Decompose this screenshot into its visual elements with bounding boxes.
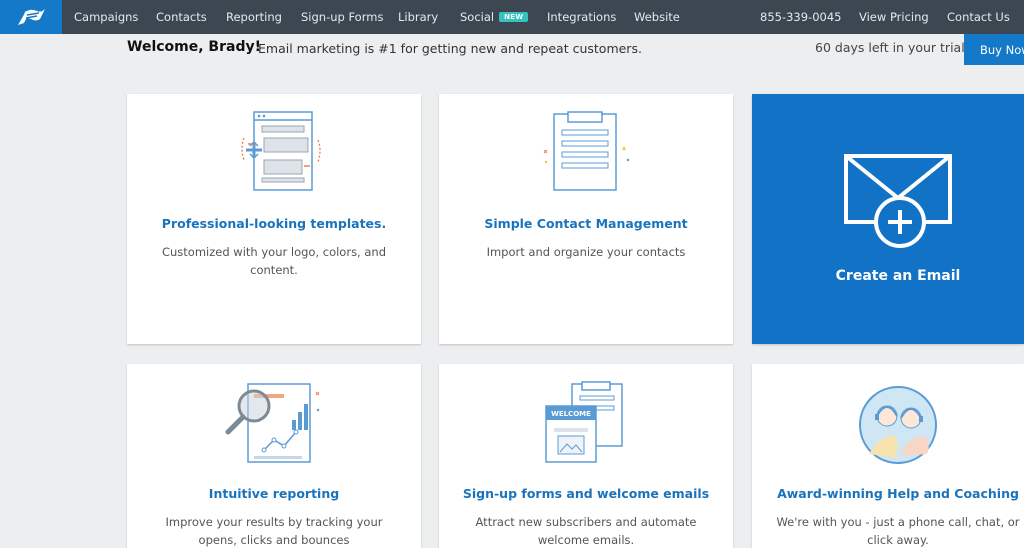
contact-list-icon: [543, 111, 630, 191]
card-reporting[interactable]: Intuitive reporting Improve your results…: [127, 364, 421, 548]
nav-signup-forms[interactable]: Sign-up Forms: [301, 0, 383, 34]
nav-website[interactable]: Website: [634, 0, 680, 34]
template-icon: [241, 111, 321, 191]
create-email-card[interactable]: Create an Email: [752, 94, 1024, 344]
phone-number[interactable]: 855-339-0045: [760, 0, 841, 34]
top-nav: Campaigns Contacts Reporting Sign-up For…: [0, 0, 1024, 34]
buy-now-button[interactable]: Buy Now: [964, 34, 1024, 65]
nav-integrations[interactable]: Integrations: [547, 0, 616, 34]
card-signup-forms-title[interactable]: Sign-up forms and welcome emails: [439, 486, 733, 501]
nav-library[interactable]: Library: [398, 0, 438, 34]
logo[interactable]: [0, 0, 62, 34]
nav-social[interactable]: Social NEW: [460, 0, 529, 34]
flag-logo-icon: [18, 9, 45, 25]
card-help-desc: We're with you - just a phone call, chat…: [776, 515, 1020, 547]
card-reporting-desc: Improve your results by tracking your op…: [165, 515, 383, 547]
card-templates[interactable]: Professional-looking templates. Customiz…: [127, 94, 421, 344]
card-contacts[interactable]: Simple Contact Management Import and org…: [439, 94, 733, 344]
contact-us-link[interactable]: Contact Us: [947, 0, 1010, 34]
view-pricing-link[interactable]: View Pricing: [859, 0, 929, 34]
card-help-title[interactable]: Award-winning Help and Coaching: [752, 486, 1024, 501]
nav-campaigns[interactable]: Campaigns: [74, 0, 138, 34]
new-badge: NEW: [499, 12, 529, 22]
welcome-message: Email marketing is #1 for getting new an…: [258, 41, 642, 56]
card-contacts-desc: Import and organize your contacts: [486, 245, 686, 259]
reporting-icon: [225, 383, 320, 463]
nav-reporting[interactable]: Reporting: [226, 0, 282, 34]
welcome-greeting: Welcome, Brady!: [127, 39, 261, 55]
nav-social-label: Social: [460, 10, 495, 24]
trial-status: 60 days left in your trial: [815, 40, 965, 55]
card-contacts-title[interactable]: Simple Contact Management: [439, 216, 733, 231]
create-email-label[interactable]: Create an Email: [752, 268, 1024, 284]
card-signup-forms-desc: Attract new subscribers and automate wel…: [475, 515, 697, 547]
card-reporting-title[interactable]: Intuitive reporting: [127, 486, 421, 501]
card-templates-desc: Customized with your logo, colors, and c…: [161, 245, 387, 277]
support-agents-icon: [859, 386, 937, 464]
signup-form-icon: WELCOME: [545, 381, 623, 463]
card-templates-title[interactable]: Professional-looking templates.: [127, 216, 421, 231]
welcome-banner-text: WELCOME: [551, 410, 591, 418]
envelope-plus-icon: [844, 154, 952, 248]
card-signup-forms[interactable]: WELCOME Sign-up forms and welcome emails…: [439, 364, 733, 548]
card-help-coaching[interactable]: Award-winning Help and Coaching We're wi…: [752, 364, 1024, 548]
nav-contacts[interactable]: Contacts: [156, 0, 207, 34]
